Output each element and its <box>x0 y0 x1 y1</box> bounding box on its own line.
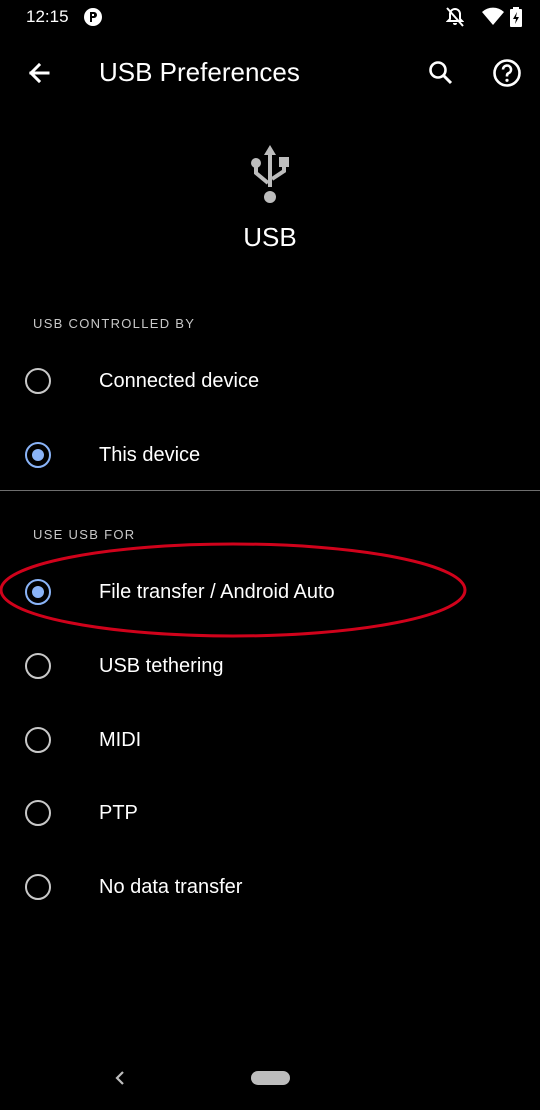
search-icon[interactable] <box>422 54 460 92</box>
option-midi[interactable]: MIDI <box>0 703 540 777</box>
hero-label: USB <box>243 222 297 252</box>
radio-button[interactable] <box>25 800 51 826</box>
option-label: MIDI <box>99 729 142 751</box>
radio-button[interactable] <box>25 874 51 900</box>
radio-button[interactable] <box>25 442 51 468</box>
radio-button[interactable] <box>25 653 51 679</box>
option-label: Connected device <box>99 370 260 392</box>
option-no-data-transfer[interactable]: No data transfer <box>0 850 540 924</box>
page-title: USB Preferences <box>99 57 300 87</box>
navigation-bar <box>0 1050 540 1110</box>
usb-icon <box>251 145 289 203</box>
option-label: PTP <box>99 802 138 824</box>
nav-home-pill[interactable] <box>251 1071 290 1085</box>
radio-button[interactable] <box>25 579 51 605</box>
option-label: This device <box>99 444 201 466</box>
option-usb-tethering[interactable]: USB tethering <box>0 629 540 703</box>
battery-charging-icon <box>510 7 522 27</box>
radio-button[interactable] <box>25 368 51 394</box>
option-label: No data transfer <box>99 876 243 898</box>
option-connected-device[interactable]: Connected device <box>0 344 540 418</box>
section-divider <box>0 490 540 491</box>
status-bar: 12:15 <box>0 0 540 34</box>
status-time: 12:15 <box>26 7 69 26</box>
radio-button[interactable] <box>25 727 51 753</box>
help-circle-icon[interactable] <box>488 54 526 92</box>
option-this-device[interactable]: This device <box>0 418 540 492</box>
option-ptp[interactable]: PTP <box>0 776 540 850</box>
app-notification-icon <box>84 8 102 26</box>
arrow-left-icon[interactable] <box>20 56 56 92</box>
option-file-transfer[interactable]: File transfer / Android Auto <box>0 555 540 629</box>
wifi-icon <box>482 7 504 25</box>
option-label: File transfer / Android Auto <box>99 581 335 603</box>
app-bar: USB Preferences <box>0 34 540 112</box>
nav-back-icon[interactable] <box>108 1066 132 1090</box>
section-header-use-usb-for: USE USB FOR <box>33 527 136 542</box>
section-header-usb-controlled-by: USB CONTROLLED BY <box>33 316 196 331</box>
option-label: USB tethering <box>99 655 224 677</box>
bell-off-icon <box>446 7 464 27</box>
